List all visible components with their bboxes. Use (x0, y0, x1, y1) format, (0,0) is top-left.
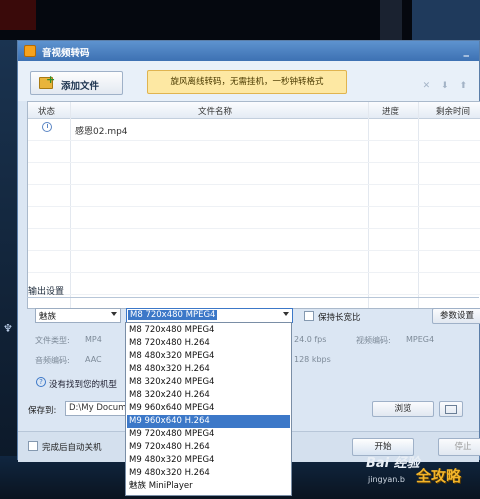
row-divider (28, 294, 480, 295)
row-divider (28, 272, 480, 273)
fps-value: 24.0 fps (294, 335, 327, 344)
chevron-down-icon (111, 312, 117, 316)
keep-ratio-label: 保持长宽比 (318, 313, 361, 323)
add-file-button[interactable]: 添加文件 (30, 71, 123, 95)
auto-shutdown-label: 完成后自动关机 (42, 443, 102, 453)
minimize-button[interactable]: _ (464, 44, 470, 57)
device-not-found-link[interactable]: 没有找到您的机型 (49, 378, 117, 390)
format-option[interactable]: M8 320x240 H.264 (127, 389, 290, 402)
table-row[interactable]: 感恩02.mp4 (28, 118, 480, 140)
clock-icon (42, 122, 52, 132)
video-codec-label: 视频编码: (356, 336, 391, 345)
format-option[interactable]: M9 720x480 MPEG4 (127, 428, 290, 441)
toolbar: 添加文件 旋风离线转码，无需挂机，一秒钟转格式 ✕ ⬇ ⬆ (18, 61, 479, 101)
baidu-watermark: Bai 经验 (366, 456, 420, 471)
row-divider (28, 250, 480, 251)
desktop-background-left (0, 40, 18, 499)
row-divider (28, 184, 480, 185)
params-button[interactable]: 参数设置 (432, 308, 480, 324)
corner-watermark: 全攻略 (416, 467, 462, 485)
desktop-background-top (0, 0, 480, 40)
folder-icon (445, 405, 457, 414)
keep-ratio-checkbox[interactable] (304, 311, 314, 321)
row-filename: 感恩02.mp4 (75, 127, 128, 137)
device-select-value: 魅族 (39, 312, 57, 322)
row-divider (28, 162, 480, 163)
list-action-icons[interactable]: ✕ ⬇ ⬆ (423, 81, 471, 91)
format-select[interactable]: M8 720x480 MPEG4 (126, 308, 293, 323)
window-titlebar[interactable]: 音视频转码 _ (18, 41, 479, 61)
stop-button[interactable]: 停止 (438, 438, 480, 456)
chevron-down-icon (283, 312, 289, 316)
open-folder-button[interactable] (439, 401, 463, 417)
header-filename: 文件名称 (198, 107, 233, 117)
format-dropdown-list: M8 720x480 MPEG4 M8 720x480 H.264 M8 480… (125, 322, 292, 496)
watermark-url: jingyan.b (368, 475, 405, 484)
desktop-strip (0, 0, 36, 30)
audio-codec-label: 音频编码: (35, 356, 70, 365)
format-option[interactable]: M9 720x480 H.264 (127, 441, 290, 454)
format-option[interactable]: 魅族 MiniPlayer (127, 480, 290, 493)
format-select-value: M8 720x480 MPEG4 (128, 310, 218, 320)
format-option-highlighted[interactable]: M9 960x640 H.264 (127, 415, 290, 428)
format-option[interactable]: M8 720x480 MPEG4 (127, 324, 290, 337)
row-divider (28, 140, 480, 141)
promo-banner[interactable]: 旋风离线转码，无需挂机，一秒钟转格式 (147, 70, 347, 94)
desktop-window-edge-right (412, 0, 480, 40)
output-settings-label: 输出设置 (28, 287, 65, 297)
format-option[interactable]: M8 720x480 H.264 (127, 337, 290, 350)
help-icon[interactable]: ? (36, 377, 46, 387)
format-option[interactable]: M8 480x320 H.264 (127, 363, 290, 376)
row-divider (28, 206, 480, 207)
file-type-value: MP4 (85, 335, 102, 344)
save-path-value: D:\My Docum (69, 403, 127, 413)
format-option[interactable]: M9 480x320 H.264 (127, 467, 290, 480)
format-option[interactable]: M8 320x240 MPEG4 (127, 376, 290, 389)
bitrate-value: 128 kbps (294, 355, 331, 364)
window-title: 音视频转码 (42, 48, 90, 59)
file-type-label: 文件类型: (35, 336, 70, 345)
video-codec-value: MPEG4 (406, 335, 435, 344)
desktop-tool-icon: ♆ (3, 322, 13, 335)
header-remaining: 剩余时间 (436, 107, 471, 117)
desktop-window-edge (380, 0, 402, 40)
table-header: 状态 文件名称 进度 剩余时间 (28, 102, 480, 119)
header-status: 状态 (38, 107, 56, 117)
browse-button[interactable]: 浏览 (372, 401, 434, 417)
format-option[interactable]: M9 960x640 MPEG4 (127, 402, 290, 415)
folder-add-icon (39, 73, 55, 89)
add-file-label: 添加文件 (61, 81, 100, 92)
format-option[interactable]: M9 480x320 MPEG4 (127, 454, 290, 467)
section-divider (27, 297, 479, 298)
file-table: 状态 文件名称 进度 剩余时间 感恩02.mp4 (27, 101, 480, 309)
audio-codec-value: AAC (85, 355, 102, 364)
app-icon (24, 45, 36, 57)
header-progress: 进度 (382, 107, 400, 117)
device-select[interactable]: 魅族 (35, 308, 121, 323)
format-option[interactable]: M8 480x320 MPEG4 (127, 350, 290, 363)
row-divider (28, 228, 480, 229)
save-to-label: 保存到: (28, 406, 57, 416)
auto-shutdown-checkbox[interactable] (28, 441, 38, 451)
